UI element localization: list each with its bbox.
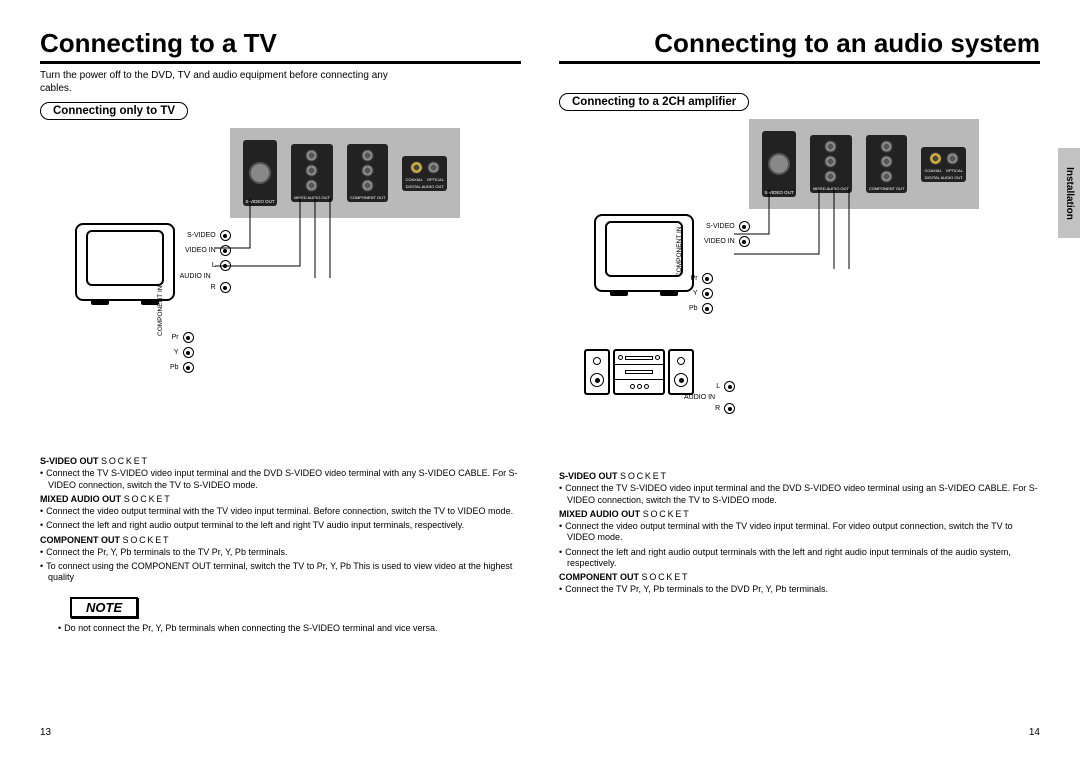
component-out-block: COMPONENT OUT [347, 144, 388, 202]
digital-audio-block: COAXIALOPTICAL DIGITAL AUDIO OUT [402, 156, 446, 191]
tv-terminals: S-VIDEO VIDEO IN L AUDIO IN R [185, 226, 231, 297]
title-left: Connecting to a TV [40, 28, 521, 64]
intro-text: Turn the power off to the DVD, TV and au… [40, 70, 420, 95]
dvd-rear-panel: S-VIDEO OUT MIXED AUDIO OUT COMPONENT OU… [230, 128, 460, 218]
side-tab: Installation [1058, 148, 1080, 238]
socket-instructions-left: S-VIDEO OUT SOCKET Connect the TV S-VIDE… [40, 456, 521, 584]
tv-terminals-r: S-VIDEO VIDEO IN [704, 217, 750, 251]
title-right: Connecting to an audio system [559, 28, 1040, 64]
dvd-rear-panel-r: S-VIDEO OUT MIXED AUDIO OUT COMPONENT OU… [749, 119, 979, 209]
page-num-right: 14 [1029, 727, 1040, 738]
subheading-right: Connecting to a 2CH amplifier [559, 93, 749, 111]
component-in-block: COMPONENT IN Pr Y Pb [170, 328, 194, 377]
mixed-audio-block: MIXED AUDIO OUT [291, 144, 333, 202]
subheading-left: Connecting only to TV [40, 102, 188, 120]
page-left: Connecting to a TV Turn the power off to… [40, 28, 521, 742]
digital-audio-block-r: COAXIALOPTICAL DIGITAL AUDIO OUT [921, 147, 965, 182]
note-label: NOTE [70, 597, 138, 618]
page-right: Connecting to an audio system Connecting… [559, 28, 1040, 742]
note-body: Do not connect the Pr, Y, Pb terminals w… [40, 623, 460, 633]
diagram-audio: S-VIDEO OUT MIXED AUDIO OUT COMPONENT OU… [559, 119, 1040, 439]
socket-instructions-right: S-VIDEO OUT SOCKET Connect the TV S-VIDE… [559, 471, 1040, 596]
component-in-block-r: COMPONENT IN Pr Y Pb [689, 269, 713, 318]
component-out-block-r: COMPONENT OUT [866, 135, 907, 193]
diagram-tv: S-VIDEO OUT MIXED AUDIO OUT COMPONENT OU… [40, 128, 521, 448]
svideo-out-port-r: S-VIDEO OUT [762, 131, 796, 197]
audio-system-icon [584, 349, 694, 395]
page-num-left: 13 [40, 727, 51, 738]
amp-audio-in: L AUDIO IN R [704, 377, 735, 418]
svideo-out-port: S-VIDEO OUT [243, 140, 277, 206]
mixed-audio-block-r: MIXED AUDIO OUT [810, 135, 852, 193]
